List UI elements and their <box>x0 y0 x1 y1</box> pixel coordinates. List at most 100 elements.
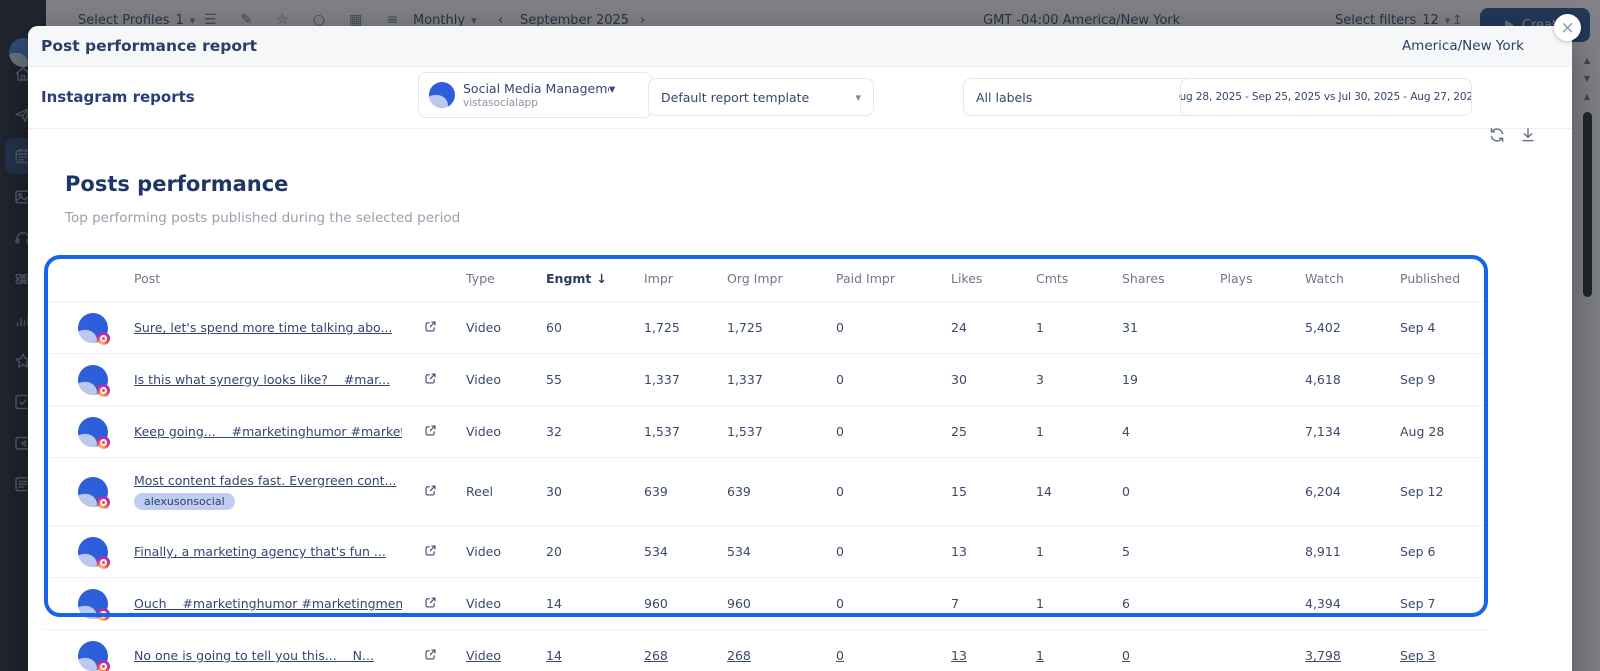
external-link-icon[interactable] <box>424 373 437 388</box>
cell-likes: 15 <box>951 484 1036 499</box>
cell-impr: 960 <box>644 596 727 611</box>
instagram-badge-icon <box>97 384 110 397</box>
post-link[interactable]: Ouch #marketinghumor #marketingmem... <box>134 596 402 611</box>
cell-type: Video <box>466 596 546 611</box>
cell-shares: 19 <box>1122 372 1220 387</box>
col-header-published[interactable]: Published <box>1400 271 1468 286</box>
post-link[interactable]: Most content fades fast. Evergreen cont.… <box>134 473 397 488</box>
col-header-org-impr[interactable]: Org Impr <box>727 271 836 286</box>
cell-org-impr: 268 <box>727 648 836 663</box>
cell-watch: 6,204 <box>1305 484 1400 499</box>
cell-engmt: 30 <box>546 484 644 499</box>
cell-org-impr: 1,337 <box>727 372 836 387</box>
cell-impr: 639 <box>644 484 727 499</box>
post-link[interactable]: Is this what synergy looks like? #mar... <box>134 372 390 387</box>
col-header-plays[interactable]: Plays <box>1220 271 1305 286</box>
cell-cmts: 14 <box>1036 484 1122 499</box>
cell-watch: 5,402 <box>1305 320 1400 335</box>
cell-likes: 25 <box>951 424 1036 439</box>
close-icon[interactable]: × <box>1554 14 1581 41</box>
table-row: No one is going to tell you this... N...… <box>44 629 1488 671</box>
cell-watch: 3,798 <box>1305 648 1400 663</box>
cell-paid-impr: 0 <box>836 372 951 387</box>
post-link[interactable]: Finally, a marketing agency that's fun .… <box>134 544 386 559</box>
section-title: Posts performance <box>65 172 288 196</box>
post-link[interactable]: No one is going to tell you this... N... <box>134 648 374 663</box>
labels-dropdown[interactable]: All labels ▾ <box>963 78 1197 116</box>
cell-impr: 268 <box>644 648 727 663</box>
external-link-icon[interactable] <box>424 545 437 560</box>
profile-selector[interactable]: Social Media Management Too▾ vistasocial… <box>418 72 652 118</box>
external-link-icon[interactable] <box>424 321 437 336</box>
cell-watch: 4,618 <box>1305 372 1400 387</box>
col-header-likes[interactable]: Likes <box>951 271 1036 286</box>
report-controls-row: Instagram reports Social Media Managemen… <box>28 66 1572 129</box>
instagram-badge-icon <box>97 436 110 449</box>
external-link-icon[interactable] <box>424 425 437 440</box>
instagram-badge-icon <box>97 332 110 345</box>
profile-avatar <box>78 313 108 343</box>
col-header-post[interactable]: Post <box>78 271 424 286</box>
caret-down-icon: ▾ <box>609 81 615 96</box>
modal-timezone-label: America/New York <box>1402 38 1572 54</box>
cell-likes: 7 <box>951 596 1036 611</box>
profile-avatar <box>78 365 108 395</box>
post-link[interactable]: Sure, let's spend more time talking abo.… <box>134 320 392 335</box>
profile-avatar <box>78 537 108 567</box>
table-row: Sure, let's spend more time talking abo.… <box>44 302 1488 353</box>
col-header-cmts[interactable]: Cmts <box>1036 271 1122 286</box>
cell-type: Video <box>466 424 546 439</box>
external-link-icon[interactable] <box>424 649 437 664</box>
cell-published: Sep 7 <box>1400 596 1468 611</box>
refresh-icon[interactable] <box>1488 126 1506 144</box>
cell-engmt: 32 <box>546 424 644 439</box>
col-header-shares[interactable]: Shares <box>1122 271 1220 286</box>
col-header-impr[interactable]: Impr <box>644 271 727 286</box>
col-header-type[interactable]: Type <box>466 271 546 286</box>
cell-engmt: 14 <box>546 596 644 611</box>
cell-type: Video <box>466 320 546 335</box>
report-heading: Instagram reports <box>41 88 195 106</box>
cell-impr: 1,725 <box>644 320 727 335</box>
sort-desc-icon: ↓ <box>596 271 606 286</box>
cell-shares: 6 <box>1122 596 1220 611</box>
cell-paid-impr: 0 <box>836 424 951 439</box>
brand-avatar <box>429 82 455 108</box>
date-range-picker[interactable]: Aug 28, 2025 - Sep 25, 2025 vs Jul 30, 2… <box>1180 78 1472 116</box>
cell-engmt: 14 <box>546 648 644 663</box>
instagram-badge-icon <box>97 660 110 671</box>
cell-type: Video <box>466 648 546 663</box>
instagram-badge-icon <box>97 608 110 621</box>
cell-type: Video <box>466 372 546 387</box>
external-link-icon[interactable] <box>424 597 437 612</box>
post-link[interactable]: Keep going... #marketinghumor #market... <box>134 424 402 439</box>
cell-published: Sep 12 <box>1400 484 1468 499</box>
cell-cmts: 1 <box>1036 320 1122 335</box>
cell-org-impr: 1,537 <box>727 424 836 439</box>
caret-down-icon: ▾ <box>855 91 861 104</box>
cell-paid-impr: 0 <box>836 544 951 559</box>
cell-watch: 4,394 <box>1305 596 1400 611</box>
profile-avatar <box>78 589 108 619</box>
col-header-engmt[interactable]: Engmt↓ <box>546 271 644 286</box>
table-row: Most content fades fast. Evergreen cont.… <box>44 457 1488 525</box>
external-link-icon[interactable] <box>424 485 437 500</box>
instagram-badge-icon <box>97 556 110 569</box>
download-icon[interactable] <box>1519 126 1537 144</box>
cell-paid-impr: 0 <box>836 648 951 663</box>
cell-cmts: 1 <box>1036 596 1122 611</box>
posts-table: Post Type Engmt↓ Impr Org Impr Paid Impr… <box>44 255 1488 671</box>
table-row: Is this what synergy looks like? #mar...… <box>44 353 1488 405</box>
profile-avatar <box>78 417 108 447</box>
report-template-dropdown[interactable]: Default report template ▾ <box>648 78 874 116</box>
cell-org-impr: 960 <box>727 596 836 611</box>
cell-published: Sep 3 <box>1400 648 1468 663</box>
cell-org-impr: 639 <box>727 484 836 499</box>
col-header-watch[interactable]: Watch <box>1305 271 1400 286</box>
cell-shares: 0 <box>1122 484 1220 499</box>
profile-avatar <box>78 641 108 671</box>
instagram-badge-icon <box>97 496 110 509</box>
post-performance-report-modal: Post performance report America/New York… <box>28 26 1572 671</box>
col-header-paid-impr[interactable]: Paid Impr <box>836 271 951 286</box>
cell-impr: 1,537 <box>644 424 727 439</box>
